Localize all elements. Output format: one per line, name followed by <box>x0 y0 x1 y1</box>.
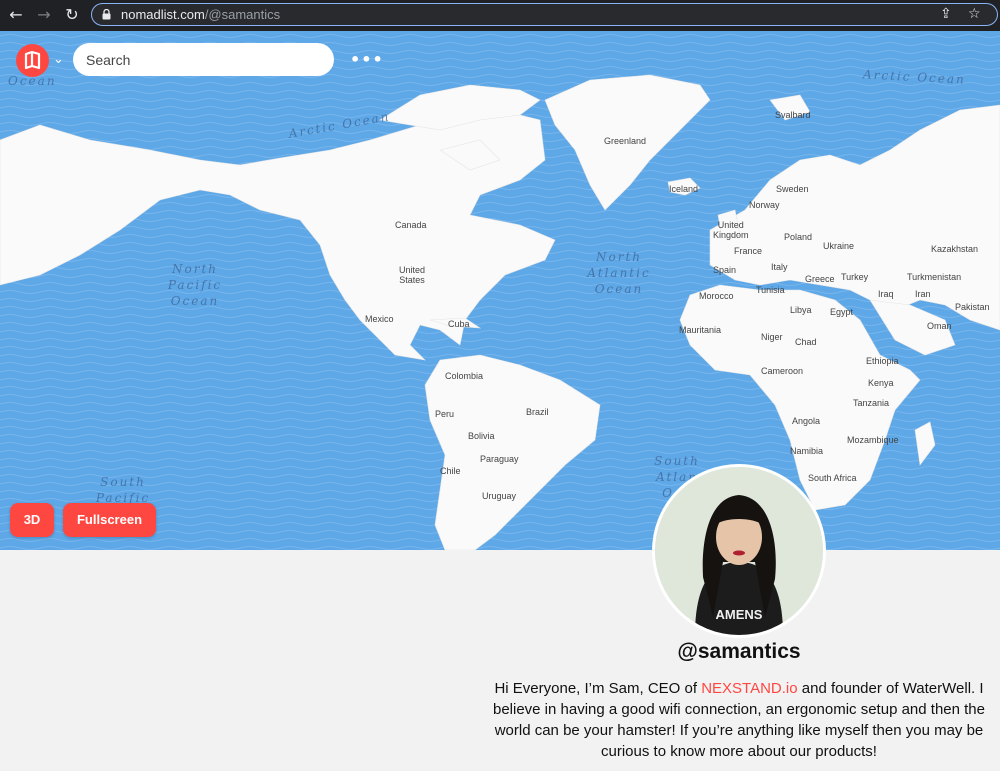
country-label-mexico[interactable]: Mexico <box>365 314 394 324</box>
shirt-print-text: AMENS <box>716 607 763 622</box>
country-label-uruguay[interactable]: Uruguay <box>482 491 516 501</box>
country-label-norway[interactable]: Norway <box>749 200 780 210</box>
ocean-label-line: North <box>171 262 218 276</box>
browser-toolbar: ← → ↻ nomadlist.com/@samantics ⇪ ☆ <box>0 0 1000 31</box>
country-label-spain[interactable]: Spain <box>713 265 736 275</box>
country-label-greece[interactable]: Greece <box>805 274 835 284</box>
country-label-ethiopia[interactable]: Ethiopia <box>866 356 899 366</box>
country-label-angola[interactable]: Angola <box>792 416 820 426</box>
ocean-label-line: South <box>654 454 700 468</box>
ocean-label-south-pacific: South Pacific <box>90 474 156 506</box>
country-label-colombia[interactable]: Colombia <box>445 371 483 381</box>
ocean-label-north-atlantic: North Atlantic Ocean <box>580 249 658 297</box>
url-path: /@samantics <box>204 7 281 22</box>
ocean-label-line: Pacific <box>167 278 223 292</box>
country-label-chad[interactable]: Chad <box>795 337 817 347</box>
country-label-france[interactable]: France <box>734 246 762 256</box>
country-label-line: States <box>399 275 425 285</box>
logo-mark-icon <box>24 50 41 70</box>
country-label-greenland[interactable]: Greenland <box>604 136 646 146</box>
country-label-usa[interactable]: United States <box>399 265 425 285</box>
country-label-egypt[interactable]: Egypt <box>830 307 853 317</box>
country-label-libya[interactable]: Libya <box>790 305 812 315</box>
country-label-chile[interactable]: Chile <box>440 466 461 476</box>
avatar: AMENS <box>652 464 826 638</box>
lock-icon <box>102 9 111 20</box>
country-label-canada[interactable]: Canada <box>395 220 427 230</box>
country-label-italy[interactable]: Italy <box>771 262 788 272</box>
world-map[interactable]: Arctic Ocean Arctic Ocean Ocean North Pa… <box>0 31 1000 550</box>
nomad-list-logo[interactable] <box>16 44 49 77</box>
fullscreen-button[interactable]: Fullscreen <box>63 503 156 537</box>
country-label-peru[interactable]: Peru <box>435 409 454 419</box>
ocean-label-line: Ocean <box>170 294 220 308</box>
ocean-label-north-pacific: North Pacific Ocean <box>162 261 228 309</box>
country-label-line: United <box>399 265 426 275</box>
country-label-tanzania[interactable]: Tanzania <box>853 398 889 408</box>
forward-arrow-icon[interactable]: → <box>34 5 54 25</box>
country-label-cuba[interactable]: Cuba <box>448 319 470 329</box>
country-label-iceland[interactable]: Iceland <box>669 184 698 194</box>
country-label-mauritania[interactable]: Mauritania <box>679 325 721 335</box>
country-label-bolivia[interactable]: Bolivia <box>468 431 495 441</box>
country-label-poland[interactable]: Poland <box>784 232 812 242</box>
profile-bio: Hi Everyone, I’m Sam, CEO of NEXSTAND.io… <box>492 678 986 762</box>
country-label-paraguay[interactable]: Paraguay <box>480 454 519 464</box>
url-text: nomadlist.com/@samantics <box>121 7 280 22</box>
country-label-turkey[interactable]: Turkey <box>841 272 868 282</box>
country-label-kazakhstan[interactable]: Kazakhstan <box>931 244 978 254</box>
nexstand-link[interactable]: NEXSTAND.io <box>701 680 797 697</box>
country-label-kenya[interactable]: Kenya <box>868 378 894 388</box>
profile-handle: @samantics <box>677 640 801 663</box>
back-arrow-icon[interactable]: ← <box>6 5 26 25</box>
bio-text-start: Hi Everyone, I’m Sam, CEO of <box>494 680 702 697</box>
country-label-iraq[interactable]: Iraq <box>878 289 894 299</box>
country-label-brazil[interactable]: Brazil <box>526 407 549 417</box>
country-label-turkmenistan[interactable]: Turkmenistan <box>907 272 961 282</box>
avatar-portrait: AMENS <box>655 467 823 635</box>
country-label-iran[interactable]: Iran <box>915 289 931 299</box>
star-icon[interactable]: ☆ <box>968 6 981 22</box>
country-label-uk[interactable]: United Kingdom <box>713 220 749 240</box>
address-bar[interactable]: nomadlist.com/@samantics ⇪ ☆ <box>91 3 998 26</box>
ocean-label-line: Ocean <box>594 282 644 296</box>
3d-button[interactable]: 3D <box>10 503 54 537</box>
reload-icon[interactable]: ↻ <box>62 5 82 25</box>
url-host: nomadlist.com <box>121 7 205 22</box>
ocean-label-line: South <box>100 475 146 489</box>
country-label-morocco[interactable]: Morocco <box>699 291 734 301</box>
country-label-ukraine[interactable]: Ukraine <box>823 241 854 251</box>
ocean-label-line: North <box>595 250 642 264</box>
country-label-tunisia[interactable]: Tunisia <box>756 285 785 295</box>
country-label-svalbard[interactable]: Svalbard <box>775 110 811 120</box>
country-label-line: Kingdom <box>713 230 749 240</box>
country-label-mozambique[interactable]: Mozambique <box>847 435 899 445</box>
share-icon[interactable]: ⇪ <box>940 6 952 22</box>
country-label-oman[interactable]: Oman <box>927 321 952 331</box>
ocean-label-line: Atlantic <box>587 266 651 280</box>
search-input[interactable] <box>73 43 334 76</box>
country-label-pakistan[interactable]: Pakistan <box>955 302 990 312</box>
country-label-sweden[interactable]: Sweden <box>776 184 809 194</box>
country-label-namibia[interactable]: Namibia <box>790 446 823 456</box>
country-label-line: United <box>717 220 744 230</box>
more-dots-icon[interactable]: ••• <box>350 50 384 69</box>
country-label-cameroon[interactable]: Cameroon <box>761 366 803 376</box>
country-label-niger[interactable]: Niger <box>761 332 783 342</box>
country-label-south-africa[interactable]: South Africa <box>808 473 857 483</box>
chevron-down-icon[interactable]: ⌄ <box>53 52 64 67</box>
